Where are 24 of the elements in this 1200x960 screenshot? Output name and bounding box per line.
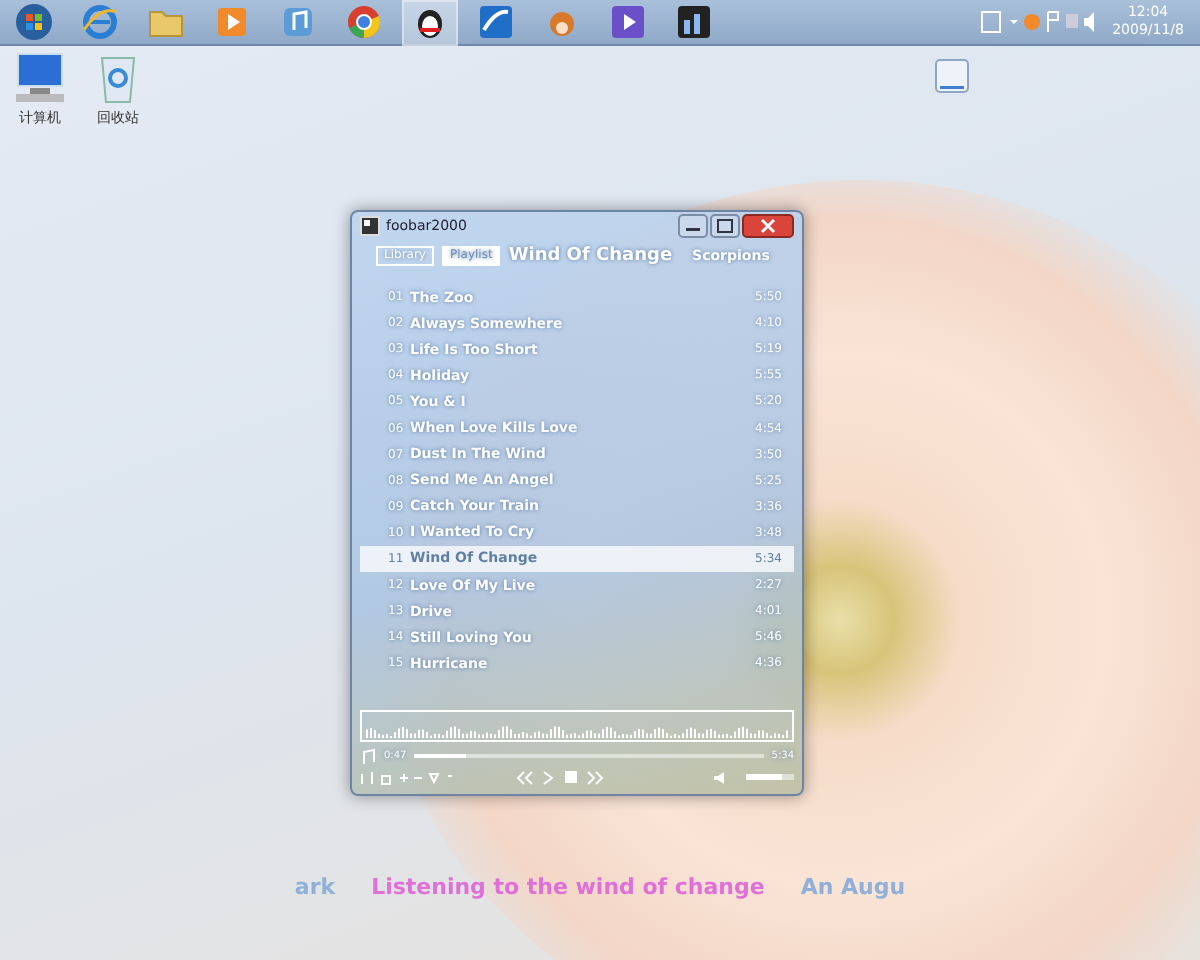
round-logo-icon xyxy=(344,2,384,42)
computer-icon[interactable] xyxy=(10,48,70,108)
play-button[interactable] xyxy=(542,769,556,785)
previous-button[interactable] xyxy=(516,769,534,785)
play-tile-icon xyxy=(212,2,252,42)
e-logo-icon xyxy=(80,2,120,42)
minimize-button[interactable] xyxy=(678,214,708,238)
next-button[interactable] xyxy=(586,769,604,785)
taskbar-button[interactable] xyxy=(404,1,456,43)
start-orb-icon xyxy=(14,2,54,42)
close-button[interactable] xyxy=(742,214,794,238)
player-app-icon xyxy=(674,2,714,42)
stop-button[interactable] xyxy=(564,770,578,784)
volume-slider[interactable] xyxy=(746,774,794,780)
lyric-line: Listening to the wind of change xyxy=(371,874,765,900)
maximize-button[interactable] xyxy=(710,214,740,238)
video-play-icon xyxy=(608,2,648,42)
swoosh-icon xyxy=(476,2,516,42)
lyric-line: ark xyxy=(294,874,336,900)
now-playing-title: Wind Of Change xyxy=(508,246,673,266)
gadget-icon[interactable] xyxy=(934,58,970,94)
lyric-line: An Augu xyxy=(800,874,906,900)
app-icon xyxy=(360,216,380,236)
speaker-icon xyxy=(712,769,730,785)
